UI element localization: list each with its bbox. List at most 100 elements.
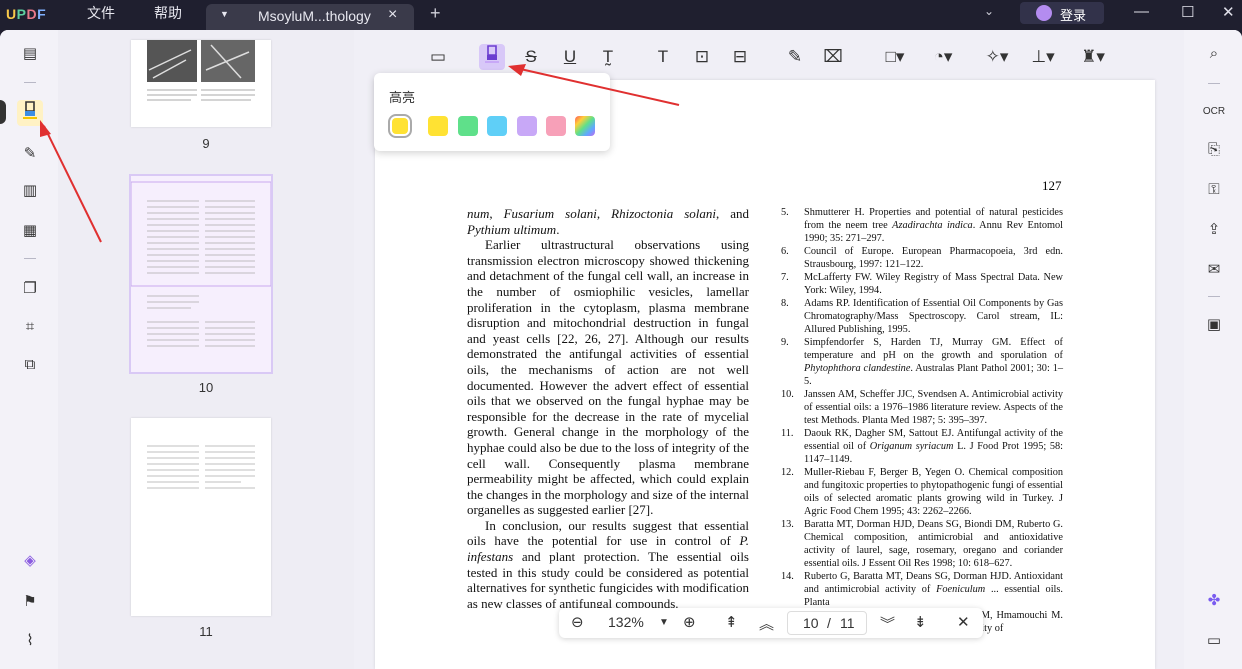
save-icon[interactable]: ▣ [1201, 312, 1227, 338]
reference-item: 9. Simpfendorfer S, Harden TJ, Murray GM.… [781, 336, 1063, 388]
layers-icon[interactable]: ◈ [17, 548, 43, 574]
eraser-icon[interactable]: ⌧ [820, 44, 846, 70]
highlighter-icon [485, 45, 499, 63]
sticker-icon[interactable]: ◔▾ [926, 44, 960, 70]
highlight-color-swatch[interactable] [388, 114, 412, 138]
edit-pdf-icon[interactable]: ✎ [17, 141, 43, 167]
next-page-icon[interactable]: ︾ [880, 613, 895, 634]
current-page[interactable]: 10 [803, 615, 819, 631]
divider [24, 258, 36, 259]
reference-item: 8. Adams RP. Identification of Essential … [781, 297, 1063, 336]
ai-assistant-icon[interactable]: ✤ [1201, 588, 1227, 614]
squiggly-icon[interactable]: T̰ [595, 44, 621, 70]
highlight-color-popup: 高亮 [374, 73, 610, 151]
thumbnail-label: 9 [202, 136, 210, 151]
highlight-color-swatch[interactable] [575, 116, 595, 136]
login-button[interactable]: 登录 [1020, 2, 1104, 24]
thumbnail-panel: 9 10 11 [58, 30, 354, 669]
minimize-icon[interactable]: — [1134, 3, 1149, 20]
document-viewer: ▭ S U T̰ T ⊡ ⊟ ✎ ⌧ □▾ ◔▾ ✧▾ ⊥▾ ♜▾ 127 nu… [354, 30, 1184, 669]
search-icon[interactable]: ⌕ [1201, 41, 1227, 67]
close-window-icon[interactable]: ✕ [1222, 3, 1235, 21]
app-logo: UPDF [6, 6, 47, 22]
ocr-icon[interactable]: OCR [1201, 99, 1227, 125]
note-icon[interactable]: ▭ [425, 44, 451, 70]
reference-number: 8. [781, 298, 789, 309]
close-tab-icon[interactable]: × [388, 6, 397, 24]
crop-icon[interactable]: ⌗ [17, 314, 43, 340]
tab-dropdown-icon[interactable]: ▼ [220, 9, 229, 19]
reference-text: Ruberto G, Baratta MT, Deans SG, Dorman … [804, 571, 1063, 608]
left-column: num, Fusarium solani, Rhizoctonia solani… [467, 206, 749, 611]
reference-number: 9. [781, 337, 789, 348]
highlight-color-swatch[interactable] [428, 116, 448, 136]
highlight-tool-icon[interactable] [479, 44, 505, 70]
reference-number: 5. [781, 207, 789, 218]
form-icon[interactable]: ▦ [17, 218, 43, 244]
reference-number: 11. [781, 428, 794, 439]
maximize-icon[interactable]: ☐ [1181, 3, 1194, 21]
signature-icon[interactable]: ♜▾ [1076, 44, 1110, 70]
shape-icon[interactable]: □▾ [878, 44, 912, 70]
text-callout-icon[interactable]: ⊟ [727, 44, 753, 70]
thumbnail-page[interactable] [131, 418, 271, 616]
zoom-in-icon[interactable]: ⊕ [683, 613, 696, 631]
highlight-color-swatch[interactable] [487, 116, 507, 136]
highlight-color-swatch[interactable] [517, 116, 537, 136]
menu-help[interactable]: 帮助 [154, 3, 182, 23]
previous-page-icon[interactable]: ︽ [759, 613, 774, 634]
reference-text: Shmutterer H. Properties and potential o… [804, 207, 1063, 244]
share-icon[interactable]: ⇪ [1201, 217, 1227, 243]
menu-file[interactable]: 文件 [87, 3, 115, 23]
reference-number: 7. [781, 272, 789, 283]
strikethrough-icon[interactable]: S [518, 44, 544, 70]
text-icon[interactable]: T [650, 44, 676, 70]
compress-icon[interactable]: ⧉ [17, 352, 43, 378]
protect-icon[interactable]: ⚿ [1201, 177, 1227, 203]
thumbnail-label: 10 [198, 380, 214, 395]
email-icon[interactable]: ✉ [1201, 257, 1227, 283]
left-toolbar: ▤ ✎ ▥ ▦ ❐ ⌗ ⧉ ◈ ⚑ ⌇ [0, 30, 58, 669]
reader-mode-icon[interactable]: ▤ [17, 41, 43, 67]
thumbnail-page-selected[interactable] [129, 174, 273, 374]
reference-number: 14. [781, 571, 794, 582]
convert-icon[interactable]: ⎘ [1201, 137, 1227, 163]
first-page-icon[interactable]: ⇞ [725, 613, 738, 631]
thumbnail-page[interactable] [131, 40, 271, 127]
comment-mode-icon[interactable] [17, 100, 43, 126]
comment-panel-icon[interactable]: ▭ [1201, 628, 1227, 654]
bookmark-icon[interactable]: ⚑ [17, 589, 43, 615]
login-label: 登录 [1060, 8, 1087, 23]
reference-item: 10. Janssen AM, Scheffer JJC, Svendsen A.… [781, 388, 1063, 427]
references-column: 5. Shmutterer H. Properties and potential… [781, 206, 1063, 635]
zoom-dropdown-icon[interactable]: ▼ [659, 617, 669, 628]
page-input-box[interactable]: 10 / 11 [787, 611, 867, 635]
highlight-color-swatch[interactable] [546, 116, 566, 136]
new-tab-icon[interactable]: + [430, 3, 441, 24]
highlighter-icon [23, 101, 37, 119]
document-tab[interactable]: ▼ MsoyluM...thology × [206, 4, 414, 30]
divider [24, 82, 36, 83]
underline-icon[interactable]: U [557, 44, 583, 70]
highlight-color-swatch[interactable] [458, 116, 478, 136]
reference-item: 5. Shmutterer H. Properties and potential… [781, 206, 1063, 245]
reference-item: 7. McLafferty FW. Wiley Registry of Mass … [781, 271, 1063, 297]
attachment-icon[interactable]: ⌇ [17, 628, 43, 654]
stamp-icon[interactable]: ⊥▾ [1026, 44, 1060, 70]
organize-pages-icon[interactable]: ❐ [17, 276, 43, 302]
reference-number: 10. [781, 389, 794, 400]
zoom-bar: ⊖ 132% ▼ ⊕ ⇞ ︽ 10 / 11 ︾ ⇟ ✕ [559, 608, 983, 638]
body-paragraph: Earlier ultrastructural observations usi… [467, 237, 749, 518]
pencil-icon[interactable]: ✎ [782, 44, 808, 70]
text-box-icon[interactable]: ⊡ [689, 44, 715, 70]
chevron-down-icon[interactable]: ⌄ [984, 4, 994, 18]
sidebar-handle[interactable] [0, 100, 6, 124]
close-zoom-bar-icon[interactable]: ✕ [957, 613, 970, 631]
total-pages: 11 [840, 615, 855, 631]
zoom-out-icon[interactable]: ⊖ [571, 613, 584, 631]
page-separator: / [827, 615, 831, 631]
zoom-level[interactable]: 132% [608, 614, 644, 630]
last-page-icon[interactable]: ⇟ [914, 613, 927, 631]
pin-icon[interactable]: ✧▾ [980, 44, 1014, 70]
page-layout-icon[interactable]: ▥ [17, 178, 43, 204]
